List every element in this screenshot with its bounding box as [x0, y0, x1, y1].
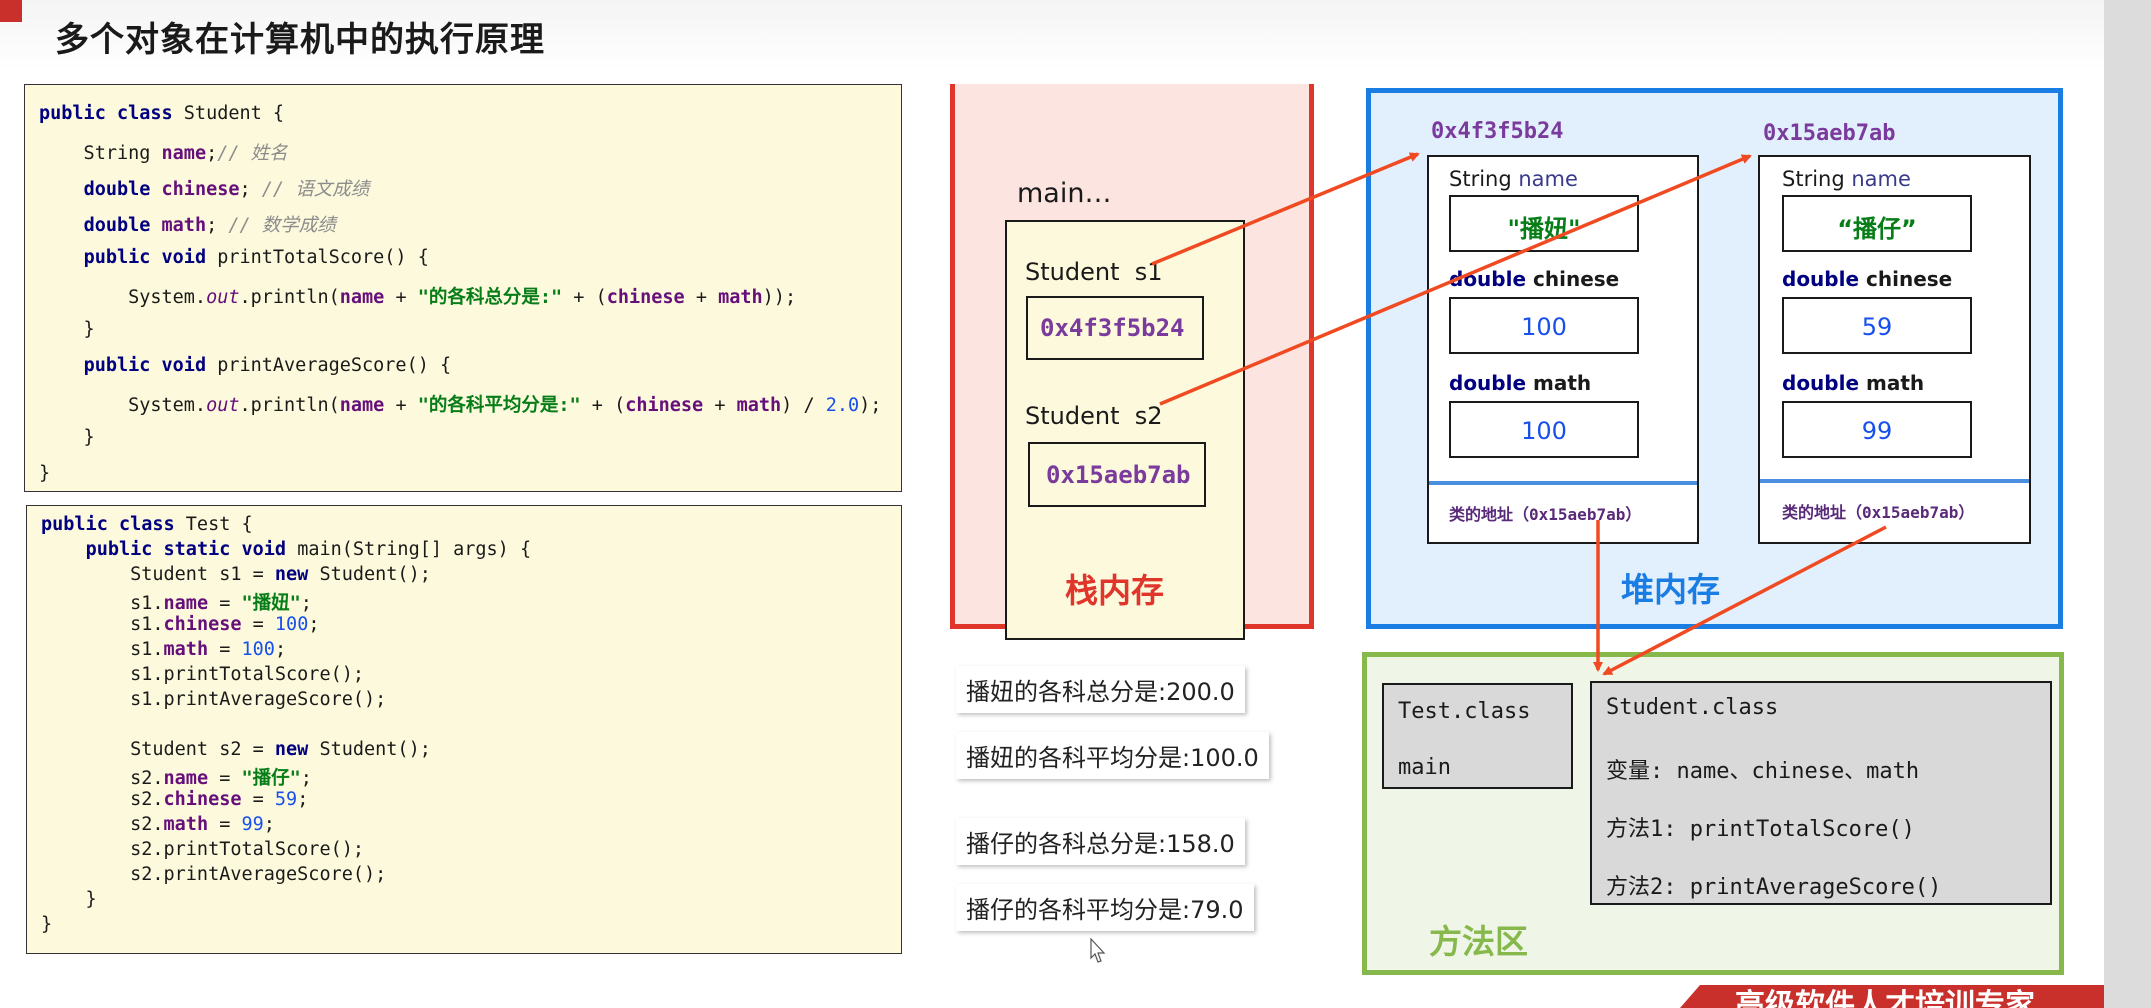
arrow-object2-to-class — [1602, 525, 1887, 676]
slide: 多个对象在计算机中的执行原理 public class Student { St… — [0, 0, 2151, 1008]
reference-arrows — [1151, 152, 1887, 676]
arrow-s2-to-object2 — [1159, 154, 1752, 406]
mouse-cursor-icon — [1090, 938, 1106, 963]
footer-slogan: 高级软件人才培训专家 — [1735, 988, 2035, 1008]
arrow-s1-to-object1 — [1151, 152, 1420, 266]
